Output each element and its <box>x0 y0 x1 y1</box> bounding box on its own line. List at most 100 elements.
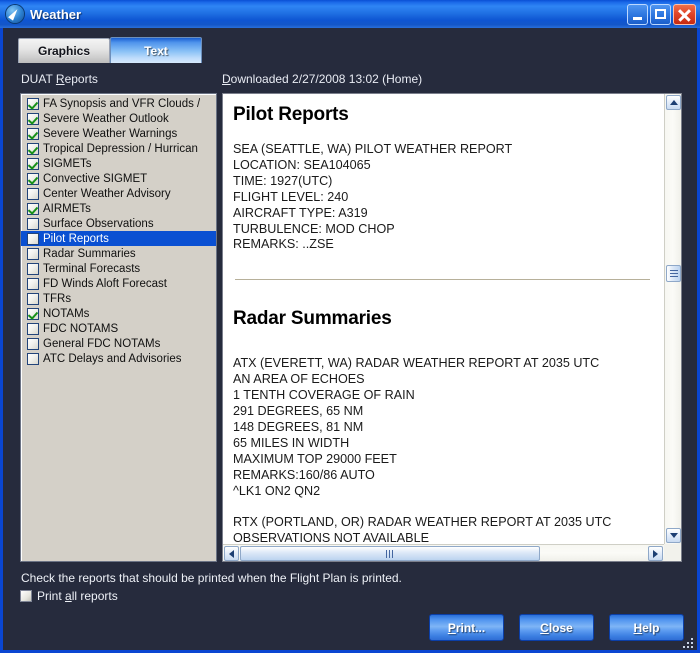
title-bar: Weather <box>0 0 700 28</box>
checkbox-checked-icon[interactable] <box>27 157 39 170</box>
report-list-item-label: Center Weather Advisory <box>43 187 171 200</box>
resize-grip-icon[interactable] <box>683 636 695 648</box>
report-text-line <box>233 500 652 516</box>
scrollbar-corner <box>664 544 681 561</box>
checkbox-unchecked-icon[interactable] <box>27 262 39 275</box>
scroll-left-button[interactable] <box>224 546 239 561</box>
report-list-item-label: FDC NOTAMS <box>43 322 119 335</box>
close-button[interactable]: Close <box>519 614 594 641</box>
print-button[interactable]: Print... <box>429 614 504 641</box>
horizontal-scroll-thumb[interactable] <box>240 546 541 561</box>
checkbox-unchecked-icon[interactable] <box>27 247 39 260</box>
report-text-line: TIME: 1927(UTC) <box>233 173 333 188</box>
report-list-item[interactable]: Severe Weather Outlook <box>21 111 216 126</box>
checkbox-checked-icon[interactable] <box>27 97 39 110</box>
minimize-button[interactable] <box>627 3 648 25</box>
report-text-line: ATX (EVERETT, WA) RADAR WEATHER REPORT A… <box>233 356 600 371</box>
checkbox-unchecked-icon[interactable] <box>27 232 39 245</box>
report-list-item[interactable]: ATC Delays and Advisories <box>21 351 216 366</box>
report-text-line: SEA (SEATTLE, WA) PILOT WEATHER REPORT <box>233 142 513 156</box>
report-checkbox-list[interactable]: FA Synopsis and VFR Clouds / Severe Weat… <box>20 93 217 562</box>
report-list-item[interactable]: FD Winds Aloft Forecast <box>21 276 216 291</box>
tab-strip: Graphics Text <box>18 37 202 63</box>
report-list-item[interactable]: Surface Observations <box>21 216 216 231</box>
help-button-label: Help <box>633 620 660 635</box>
checkbox-checked-icon[interactable] <box>27 112 39 125</box>
report-list-item[interactable]: FA Synopsis and VFR Clouds / <box>21 96 216 111</box>
maximize-button[interactable] <box>650 3 671 25</box>
print-hint-text: Check the reports that should be printed… <box>21 571 402 585</box>
section-divider <box>235 279 650 281</box>
report-list-item-label: TFRs <box>43 292 72 305</box>
dialog-button-row: Print... Close Help <box>429 614 684 641</box>
report-list-item[interactable]: NOTAMs <box>21 306 216 321</box>
report-list-item-label: Tropical Depression / Hurrican <box>43 142 198 155</box>
print-all-reports-checkbox[interactable]: Print all reports <box>20 589 118 603</box>
checkbox-checked-icon[interactable] <box>27 307 39 320</box>
scroll-thumb-grip-icon-h <box>386 549 394 558</box>
report-list-item[interactable]: General FDC NOTAMs <box>21 336 216 351</box>
window-controls <box>627 3 696 25</box>
checkbox-unchecked-icon[interactable] <box>27 277 39 290</box>
checkbox-checked-icon[interactable] <box>27 202 39 215</box>
report-list-item[interactable]: FDC NOTAMS <box>21 321 216 336</box>
tab-text[interactable]: Text <box>110 37 202 63</box>
report-list-item[interactable]: Center Weather Advisory <box>21 186 216 201</box>
tab-graphics[interactable]: Graphics <box>18 38 110 63</box>
checkbox-unchecked-icon[interactable] <box>27 217 39 230</box>
scroll-down-icon <box>669 533 678 538</box>
report-list-item[interactable]: Radar Summaries <box>21 246 216 261</box>
report-list-item-label: FA Synopsis and VFR Clouds / <box>43 97 201 110</box>
report-list-item[interactable]: Terminal Forecasts <box>21 261 216 276</box>
checkbox-unchecked-icon[interactable] <box>27 352 39 365</box>
report-list-item-label: Severe Weather Outlook <box>43 112 169 125</box>
report-list-item-label: General FDC NOTAMs <box>43 337 161 350</box>
checkbox-checked-icon[interactable] <box>27 172 39 185</box>
report-list-item-label: Convective SIGMET <box>43 172 148 185</box>
report-list-item-label: SIGMETs <box>43 157 92 170</box>
report-text-line: FLIGHT LEVEL: 240 <box>233 189 349 204</box>
report-list-item[interactable]: SIGMETs <box>21 156 216 171</box>
report-text-line: AIRCRAFT TYPE: A319 <box>233 205 368 220</box>
help-button[interactable]: Help <box>609 614 684 641</box>
downloaded-timestamp-label: Downloaded 2/27/2008 13:02 (Home) <box>222 72 423 86</box>
report-list-item[interactable]: Pilot Reports <box>21 231 216 246</box>
print-all-label: Print all reports <box>37 589 118 603</box>
checkbox-unchecked-icon[interactable] <box>27 187 39 200</box>
close-button-label: Close <box>540 620 573 635</box>
checkbox-checked-icon[interactable] <box>27 142 39 155</box>
checkbox-unchecked-icon[interactable] <box>27 337 39 350</box>
report-text-line: MAXIMUM TOP 29000 FEET <box>233 451 397 466</box>
horizontal-scrollbar[interactable] <box>223 544 664 561</box>
report-text-content: Pilot Reports SEA (SEATTLE, WA) PILOT WEA… <box>223 94 664 544</box>
report-list-item[interactable]: Severe Weather Warnings <box>21 126 216 141</box>
report-text-line: LOCATION: SEA104065 <box>233 157 371 172</box>
scroll-up-button[interactable] <box>666 95 681 110</box>
report-list-item-label: ATC Delays and Advisories <box>43 352 182 365</box>
checkbox-unchecked-icon[interactable] <box>27 322 39 335</box>
report-list-item[interactable]: TFRs <box>21 291 216 306</box>
report-text-line: 65 MILES IN WIDTH <box>233 435 350 450</box>
vertical-scrollbar[interactable] <box>664 94 681 544</box>
vertical-scroll-thumb[interactable] <box>666 265 681 283</box>
weather-compass-icon <box>6 5 24 23</box>
checkbox-checked-icon[interactable] <box>27 127 39 140</box>
scroll-down-button[interactable] <box>666 528 681 543</box>
tab-text-label: Text <box>144 43 168 58</box>
checkbox-unchecked-icon[interactable] <box>27 292 39 305</box>
report-list-item[interactable]: Tropical Depression / Hurrican <box>21 141 216 156</box>
print-all-checkbox-box[interactable] <box>20 590 32 602</box>
report-list-item-label: Terminal Forecasts <box>43 262 141 275</box>
report-list-item[interactable]: AIRMETs <box>21 201 216 216</box>
close-window-button[interactable] <box>673 3 696 25</box>
scroll-left-icon <box>229 549 234 558</box>
report-text-line: REMARKS: ..ZSE <box>233 237 334 252</box>
scroll-right-button[interactable] <box>648 546 663 561</box>
report-text-line: REMARKS:160/86 AUTO <box>233 467 375 482</box>
report-text-line: RTX (PORTLAND, OR) RADAR WEATHER REPORT … <box>233 515 612 530</box>
report-list-item-label: AIRMETs <box>43 202 91 215</box>
report-section-heading: Radar Summaries <box>233 308 392 330</box>
report-list-item-label: Surface Observations <box>43 217 154 230</box>
report-list-item[interactable]: Convective SIGMET <box>21 171 216 186</box>
report-text-scroll-area[interactable]: Pilot Reports SEA (SEATTLE, WA) PILOT WEA… <box>223 94 664 544</box>
